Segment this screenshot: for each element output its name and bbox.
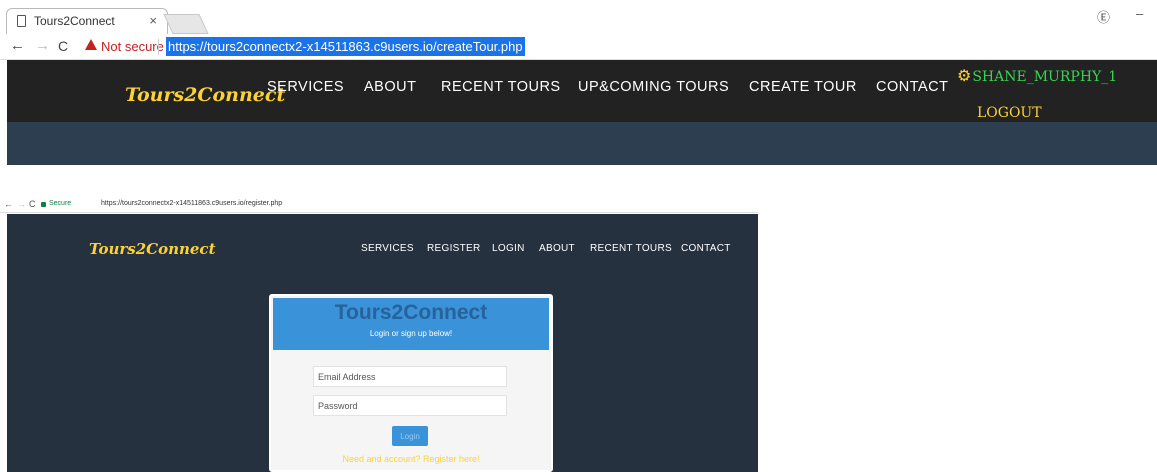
browser-tab[interactable]: Tours2Connect ×: [6, 8, 168, 34]
lock-icon: [41, 202, 46, 207]
logout-link[interactable]: LOGOUT: [977, 105, 1042, 121]
nav-create-tour[interactable]: CREATE TOUR: [749, 79, 857, 95]
site-page: Tours2Connect SERVICES REGISTER LOGIN AB…: [7, 214, 758, 472]
close-tab-icon[interactable]: ×: [149, 13, 157, 28]
nav-recent-tours[interactable]: RECENT TOURS: [441, 79, 561, 95]
user-menu[interactable]: ⚙SHANE_MURPHY_1: [957, 66, 1117, 85]
nav-recent-tours[interactable]: RECENT TOURS: [590, 243, 672, 254]
nav-login[interactable]: LOGIN: [492, 243, 525, 254]
site-logo[interactable]: Tours2Connect: [125, 84, 285, 106]
address-bar: ← → C Secure https://tours2connectx2-x14…: [0, 198, 758, 213]
email-field[interactable]: Email Address: [313, 366, 507, 387]
gear-icon: ⚙: [957, 66, 972, 85]
reload-icon[interactable]: C: [58, 38, 68, 54]
security-label[interactable]: Secure: [49, 200, 71, 207]
login-card: Tours2Connect Login or sign up below! Em…: [269, 294, 553, 472]
login-card-subtitle: Login or sign up below!: [369, 329, 453, 338]
top-screenshot: Tours2Connect × Ⓔ – ← → C Not secure htt…: [0, 0, 1157, 165]
nav-about[interactable]: ABOUT: [364, 79, 416, 95]
password-field[interactable]: Password: [313, 395, 507, 416]
password-placeholder: Password: [318, 401, 358, 411]
nav-about[interactable]: ABOUT: [539, 243, 575, 254]
reload-icon[interactable]: C: [29, 199, 36, 209]
new-tab-button[interactable]: [163, 14, 209, 34]
login-button[interactable]: Login: [392, 426, 428, 446]
browser-tab-bar: Tours2Connect × Ⓔ –: [0, 0, 1157, 34]
email-placeholder: Email Address: [318, 372, 376, 382]
site-logo[interactable]: Tours2Connect: [89, 240, 216, 258]
url-input[interactable]: https://tours2connectx2-x14511863.c9user…: [101, 200, 282, 207]
site-header: Tours2Connect SERVICES ABOUT RECENT TOUR…: [7, 60, 1157, 165]
nav-upcoming-tours[interactable]: UP&COMING TOURS: [578, 79, 729, 95]
username: SHANE_MURPHY_1: [972, 69, 1118, 85]
nav-contact[interactable]: CONTACT: [876, 79, 949, 95]
site-navbar: Tours2Connect SERVICES ABOUT RECENT TOUR…: [7, 60, 1157, 122]
back-icon[interactable]: ←: [10, 37, 25, 54]
tab-title: Tours2Connect: [34, 14, 115, 28]
page-icon: [17, 15, 26, 27]
warning-icon: [85, 39, 97, 50]
nav-services[interactable]: SERVICES: [361, 243, 414, 254]
login-card-title: Tours2Connect: [334, 301, 488, 324]
account-icon[interactable]: Ⓔ: [1097, 7, 1110, 26]
address-bar: ← → C Not secure https://tours2connectx2…: [0, 34, 1157, 60]
url-input[interactable]: https://tours2connectx2-x14511863.c9user…: [166, 37, 525, 56]
register-link[interactable]: Need and account? Register here!: [271, 454, 551, 464]
divider: [158, 39, 159, 55]
security-label[interactable]: Not secure: [101, 39, 164, 54]
minimize-icon[interactable]: –: [1136, 6, 1143, 21]
nav-register[interactable]: REGISTER: [427, 243, 481, 254]
login-card-header: Tours2Connect Login or sign up below!: [273, 298, 549, 350]
nav-contact[interactable]: CONTACT: [681, 243, 731, 254]
forward-icon[interactable]: →: [35, 37, 50, 54]
forward-icon[interactable]: →: [17, 199, 26, 209]
nav-services[interactable]: SERVICES: [267, 79, 344, 95]
bottom-screenshot: ← → C Secure https://tours2connectx2-x14…: [0, 198, 758, 472]
back-icon[interactable]: ←: [4, 199, 13, 209]
